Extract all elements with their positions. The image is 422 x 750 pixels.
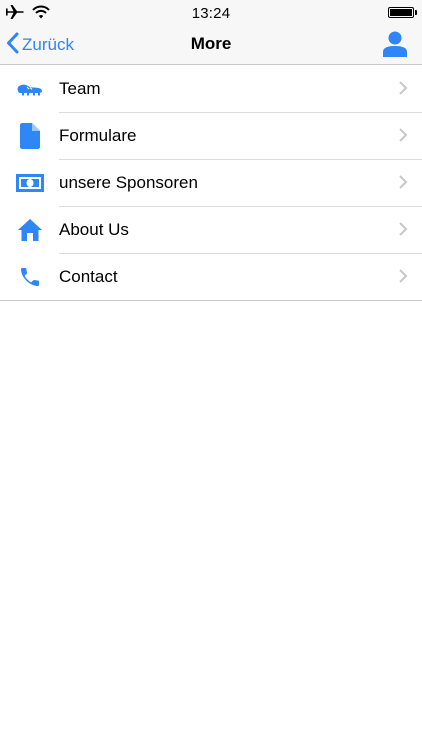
menu-item-label: About Us bbox=[59, 219, 129, 239]
battery-tip bbox=[415, 10, 417, 15]
chevron-right-icon bbox=[398, 80, 408, 101]
menu-item-label: Team bbox=[59, 78, 101, 98]
more-menu-list: Team Formulare unsere Sponsoren About Us… bbox=[0, 65, 422, 301]
menu-item-label: Formulare bbox=[59, 125, 137, 145]
menu-item-contact[interactable]: Contact bbox=[0, 253, 422, 300]
battery-icon bbox=[388, 7, 414, 18]
chevron-right-icon bbox=[398, 127, 408, 148]
menu-item-about-us[interactable]: About Us bbox=[0, 206, 422, 253]
navigation-bar: Zurück More bbox=[0, 26, 422, 65]
menu-item-label: unsere Sponsoren bbox=[59, 172, 198, 192]
chevron-right-icon bbox=[398, 174, 408, 195]
chevron-right-icon bbox=[398, 268, 408, 289]
person-icon bbox=[382, 31, 408, 62]
money-icon bbox=[0, 159, 59, 206]
phone-icon bbox=[0, 253, 59, 300]
page-title: More bbox=[190, 34, 232, 53]
menu-item-label: Contact bbox=[59, 266, 118, 286]
menu-item-formulare[interactable]: Formulare bbox=[0, 112, 422, 159]
battery-level bbox=[390, 9, 412, 16]
profile-button[interactable] bbox=[382, 30, 408, 58]
status-time: 13:24 bbox=[191, 5, 231, 22]
chevron-right-icon bbox=[398, 221, 408, 242]
menu-item-team[interactable]: Team bbox=[0, 65, 422, 112]
home-icon bbox=[0, 206, 59, 253]
menu-item-sponsoren[interactable]: unsere Sponsoren bbox=[0, 159, 422, 206]
document-icon bbox=[0, 112, 59, 159]
soccer-shoe-icon bbox=[0, 65, 59, 112]
status-bar: 13:24 bbox=[0, 0, 422, 26]
